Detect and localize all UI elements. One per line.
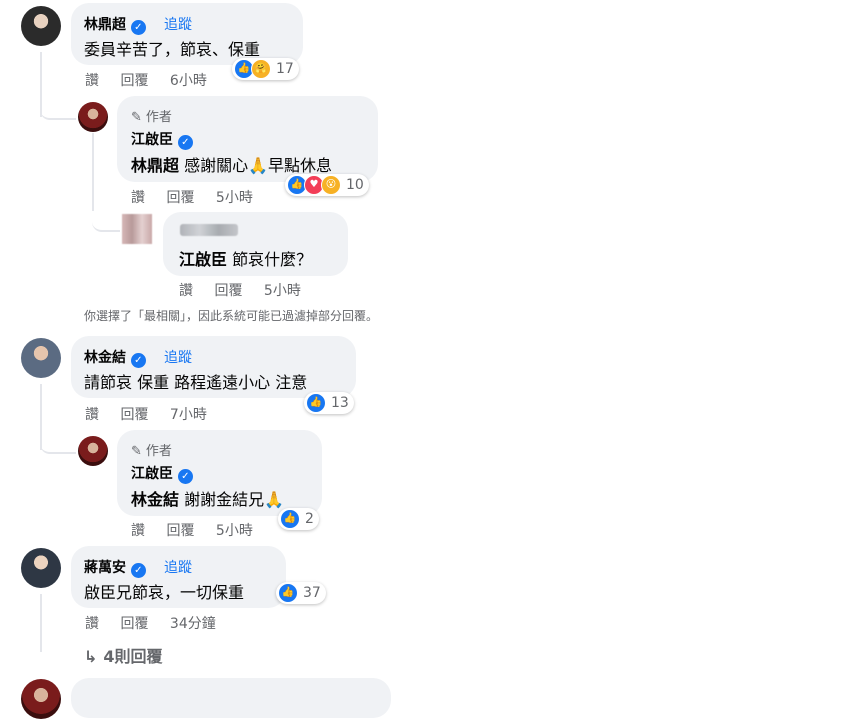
like-button[interactable]: 讚 [131,523,145,539]
like-button[interactable]: 讚 [179,283,193,299]
mention-link[interactable]: 江啟臣 [179,250,227,269]
reply-button[interactable]: 回覆 [120,73,148,89]
reply-arrow-icon: ↳ [84,647,98,666]
thread-connector [92,210,120,232]
reactions-summary[interactable]: 👍 🤗 17 [232,58,299,80]
comment-actions: 讚 回覆 5小時 [179,280,318,300]
verified-badge-icon: ✓ [130,563,146,578]
verified-badge-icon: ✓ [130,353,146,368]
wow-icon: 😮 [321,175,341,195]
reactions-summary[interactable]: 👍 ♥ 😮 10 [285,174,369,196]
avatar[interactable] [78,102,108,132]
reply-button[interactable]: 回覆 [166,523,194,539]
comment-actions: 讚 回覆 34分鐘 [85,613,233,633]
reply-button[interactable]: 回覆 [214,283,242,299]
follow-link[interactable]: 追蹤 [164,557,192,577]
comment-text: 江啟臣 節哀什麼？ [179,250,313,269]
commenter-name[interactable]: 蔣萬安 ✓ [84,557,146,578]
care-icon: 🤗 [251,59,271,79]
avatar[interactable] [21,548,61,588]
like-icon: 👍 [278,583,298,603]
thread-connector [40,430,76,454]
reply-button[interactable]: 回覆 [166,190,194,206]
comment-actions: 讚 回覆 6小時 [85,70,224,90]
commenter-name[interactable]: 林金結 ✓ [84,347,146,368]
like-button[interactable]: 讚 [85,73,99,89]
verified-badge-icon: ✓ [177,135,193,150]
timestamp[interactable]: 6小時 [170,73,207,89]
avatar[interactable] [21,6,61,46]
redacted-name[interactable] [180,224,238,236]
timestamp[interactable]: 5小時 [264,283,301,299]
like-button[interactable]: 讚 [131,190,145,206]
verified-badge-icon: ✓ [177,469,193,484]
thread-line [40,594,42,652]
reaction-count: 2 [305,511,314,527]
comment-actions: 讚 回覆 5小時 [131,520,270,540]
verified-badge-icon: ✓ [130,20,146,35]
timestamp[interactable]: 5小時 [216,190,253,206]
comment-actions: 讚 回覆 5小時 [131,187,270,207]
pencil-icon: ✎ [131,110,142,125]
timestamp[interactable]: 5小時 [216,523,253,539]
reaction-count: 17 [276,61,294,77]
avatar[interactable] [21,338,61,378]
mention-link[interactable]: 林鼎超 [131,156,179,175]
avatar[interactable] [21,679,61,719]
follow-link[interactable]: 追蹤 [164,14,192,34]
reactions-summary[interactable]: 👍 37 [276,582,326,604]
pencil-icon: ✎ [131,444,142,459]
reply-button[interactable]: 回覆 [120,407,148,423]
comment-text: 林金結 謝謝金結兄🙏 [131,490,285,509]
comment-text: 林鼎超 感謝關心🙏早點休息 [131,156,333,175]
reaction-count: 10 [346,177,364,193]
reaction-count: 13 [331,395,349,411]
reactions-summary[interactable]: 👍 2 [278,508,319,530]
comment-text: 啟臣兄節哀，一切保重 [84,583,245,602]
like-icon: 👍 [280,509,300,529]
like-button[interactable]: 讚 [85,407,99,423]
comment-bubble [71,678,391,718]
thread-line [92,133,94,211]
author-badge: ✎ 作者 [131,444,172,459]
avatar[interactable] [78,436,108,466]
author-badge: ✎ 作者 [131,110,172,125]
view-more-replies-link[interactable]: ↳ 4則回覆 [84,643,163,667]
filter-note: 你選擇了「最相關」，因此系統可能已過濾掉部分回覆。 [84,309,379,323]
mention-link[interactable]: 林金結 [131,490,179,509]
avatar[interactable] [122,214,152,244]
follow-link[interactable]: 追蹤 [164,347,192,367]
commenter-name[interactable]: 江啟臣 ✓ [131,129,193,150]
comment-text: 請節哀 保重 路程遙遠小心 注意 [84,373,308,392]
like-button[interactable]: 讚 [85,616,99,632]
commenter-name[interactable]: 江啟臣 ✓ [131,463,193,484]
like-icon: 👍 [306,393,326,413]
timestamp[interactable]: 34分鐘 [170,616,216,632]
reactions-summary[interactable]: 👍 13 [304,392,354,414]
timestamp[interactable]: 7小時 [170,407,207,423]
reaction-count: 37 [303,585,321,601]
commenter-name[interactable]: 林鼎超 ✓ [84,14,146,35]
comment-actions: 讚 回覆 7小時 [85,404,224,424]
thread-connector [40,96,76,120]
reply-button[interactable]: 回覆 [120,616,148,632]
comment-text: 委員辛苦了，節哀、保重 [84,40,261,59]
